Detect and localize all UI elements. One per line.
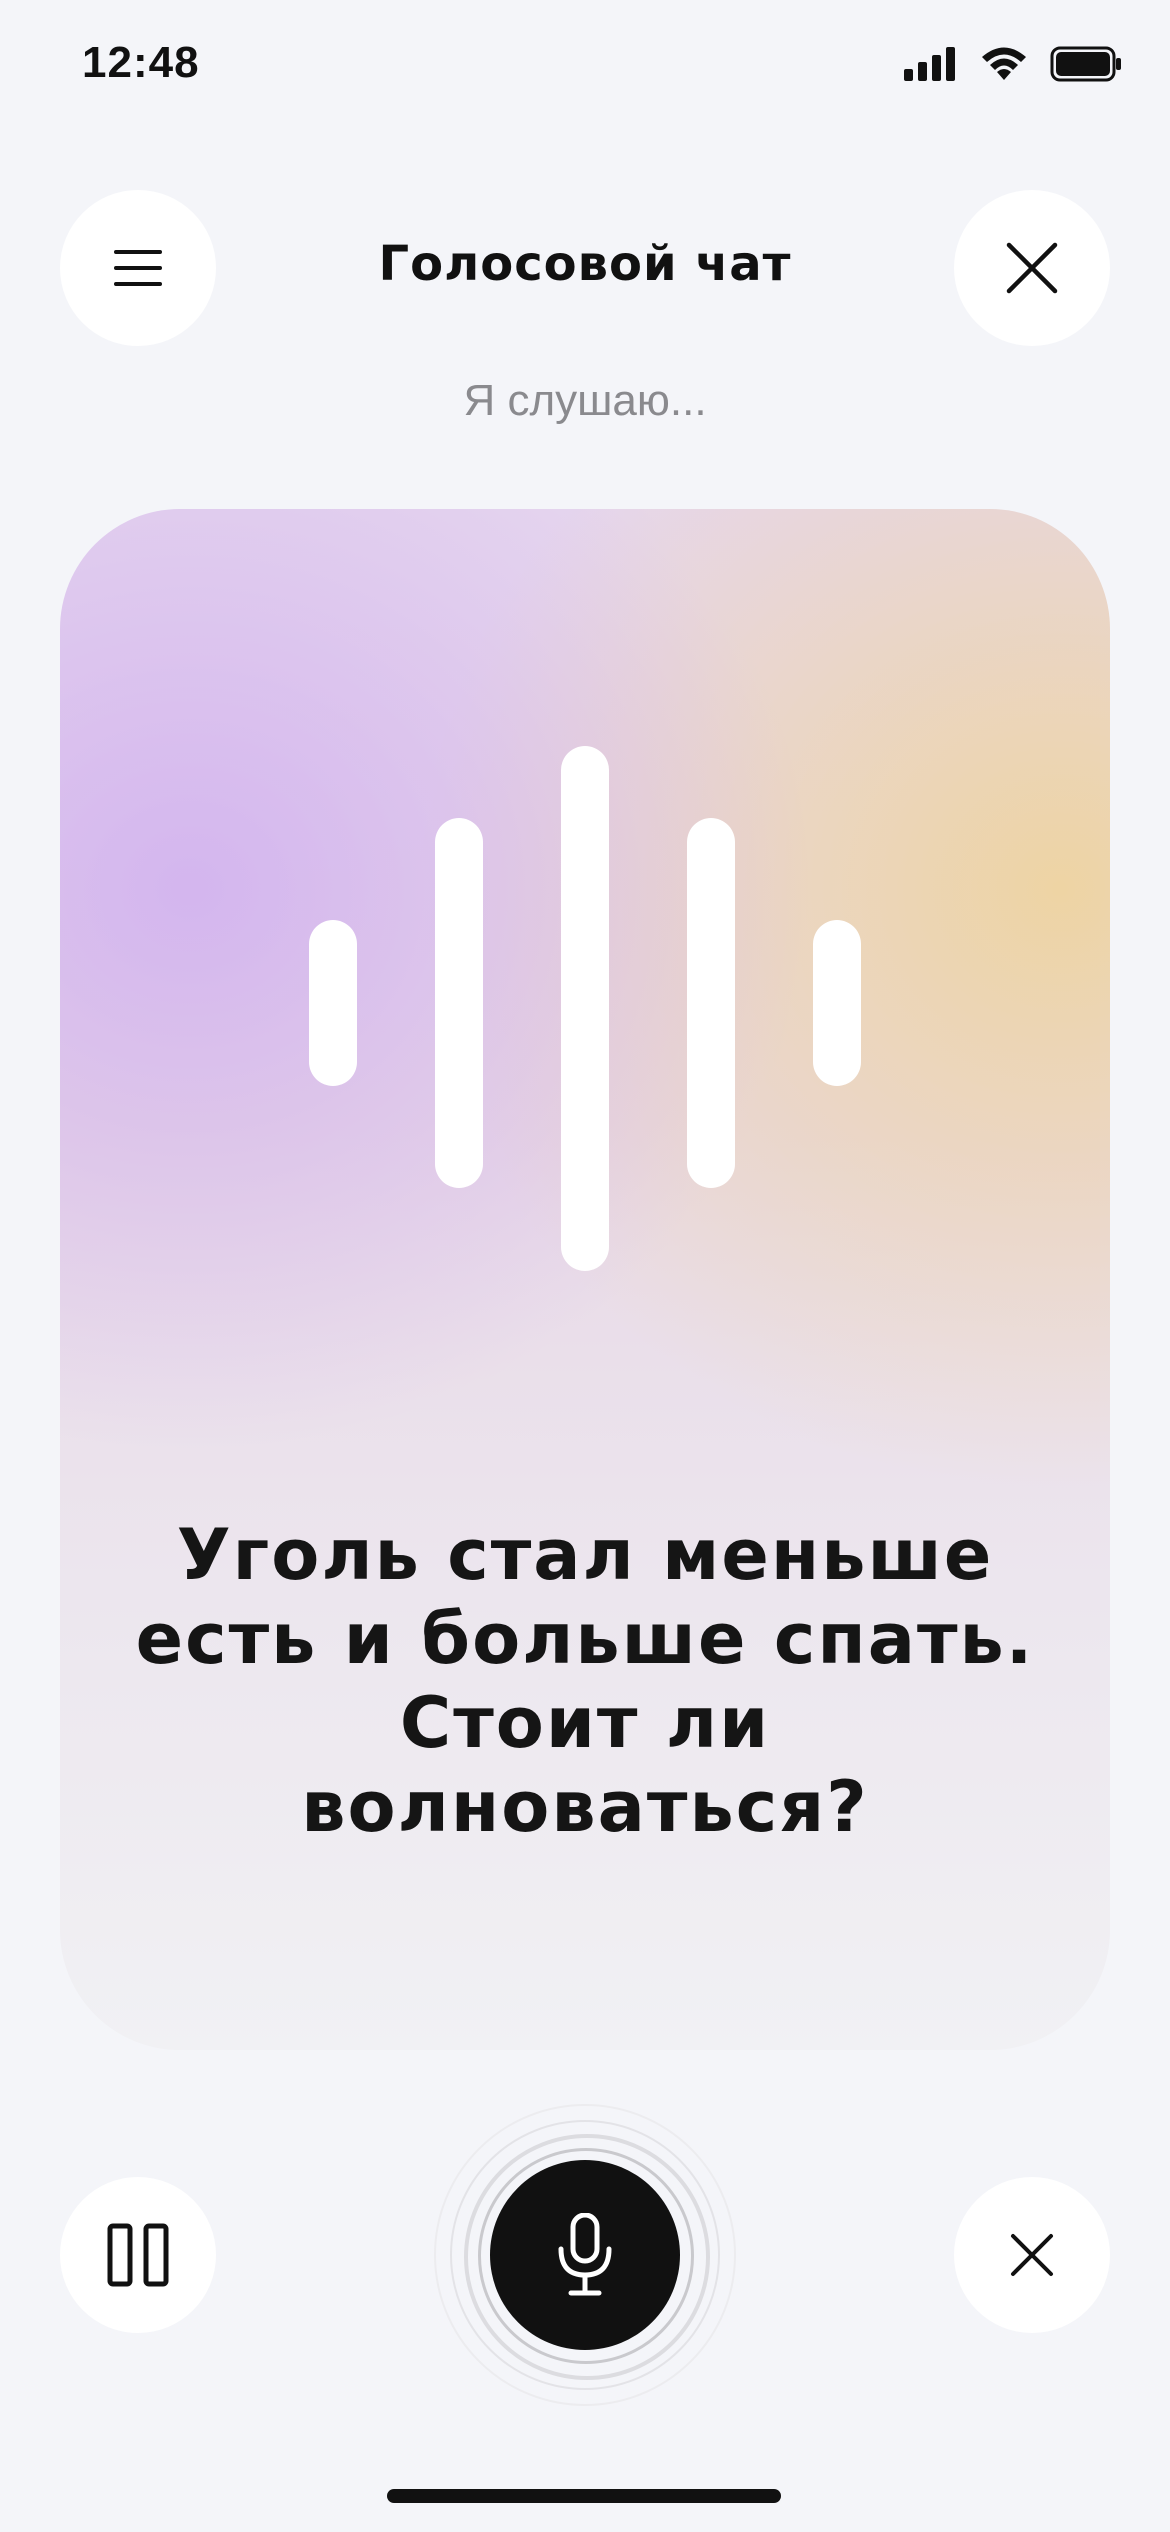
close-icon <box>1006 242 1058 294</box>
microphone-button[interactable] <box>490 2160 680 2350</box>
voice-chat-screen: 12:48 Голосовой чат Я слушаю... Уголь ст… <box>0 0 1170 2532</box>
waveform-bar <box>561 746 609 1271</box>
voice-visualizer-card: Уголь стал меньше есть и больше спать. С… <box>60 509 1110 2050</box>
microphone-control <box>434 2104 736 2406</box>
waveform-bar <box>435 818 483 1188</box>
close-icon <box>1011 2234 1053 2276</box>
status-time: 12:48 <box>82 38 200 87</box>
close-button[interactable] <box>954 190 1110 346</box>
wifi-icon <box>982 47 1026 80</box>
battery-icon <box>1050 46 1121 82</box>
question-line: волноваться? <box>301 1766 869 1848</box>
waveform-bar <box>309 920 357 1086</box>
question-line: есть и больше спать. <box>135 1598 1035 1680</box>
status-icons <box>904 46 1122 82</box>
question-line: Уголь стал меньше <box>176 1514 994 1596</box>
cancel-button[interactable] <box>954 2177 1110 2333</box>
listening-status: Я слушаю... <box>463 376 707 425</box>
pause-icon <box>107 2223 169 2287</box>
waveform-bar <box>813 920 861 1086</box>
cellular-signal-icon <box>904 47 955 81</box>
waveform-bar <box>687 818 735 1188</box>
microphone-icon <box>558 2213 612 2296</box>
recognized-question: Уголь стал меньше есть и больше спать. С… <box>60 1513 1110 1849</box>
pause-button[interactable] <box>60 2177 216 2333</box>
question-line: Стоит ли <box>399 1682 771 1764</box>
home-indicator[interactable] <box>387 2489 781 2503</box>
